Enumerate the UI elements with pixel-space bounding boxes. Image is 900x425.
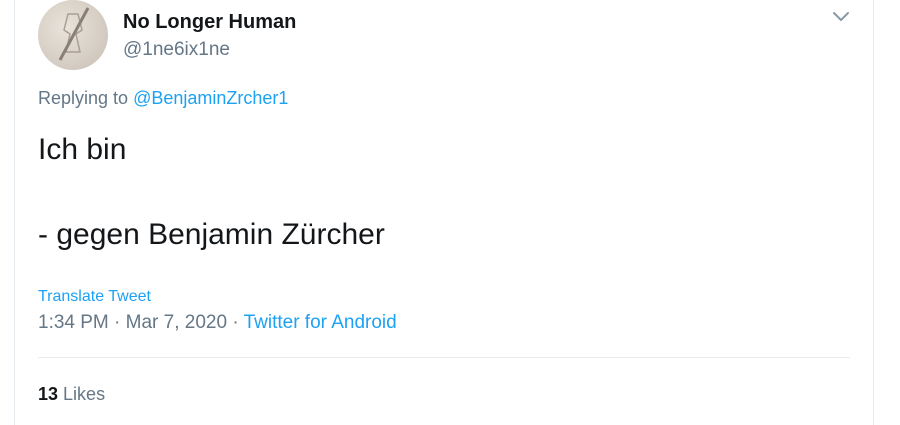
replying-to-link[interactable]: @BenjaminZrcher1 — [133, 88, 288, 108]
replying-to: Replying to @BenjaminZrcher1 — [38, 88, 288, 109]
tweet-source-link[interactable]: Twitter for Android — [244, 312, 397, 333]
avatar[interactable] — [38, 0, 108, 70]
chevron-down-icon[interactable] — [830, 8, 852, 26]
replying-prefix: Replying to — [38, 88, 129, 108]
divider — [38, 357, 850, 358]
likes-label: Likes — [63, 384, 106, 404]
user-handle[interactable]: @1ne6ix1ne — [123, 39, 230, 61]
tweet-text-line-1: Ich bin — [38, 133, 127, 166]
tweet-text-line-2: - gegen Benjamin Zürcher — [38, 218, 385, 251]
tweet-card — [14, 0, 874, 425]
tweet-timestamp[interactable]: 1:34 PM · Mar 7, 2020 · — [38, 312, 244, 333]
likes-count: 13 — [38, 384, 59, 404]
likes-stat[interactable]: 13 Likes — [38, 384, 105, 405]
tweet-meta: 1:34 PM · Mar 7, 2020 · Twitter for Andr… — [38, 312, 397, 334]
avatar-image — [58, 7, 90, 61]
display-name[interactable]: No Longer Human — [123, 11, 296, 34]
translate-tweet-link[interactable]: Translate Tweet — [38, 288, 151, 306]
